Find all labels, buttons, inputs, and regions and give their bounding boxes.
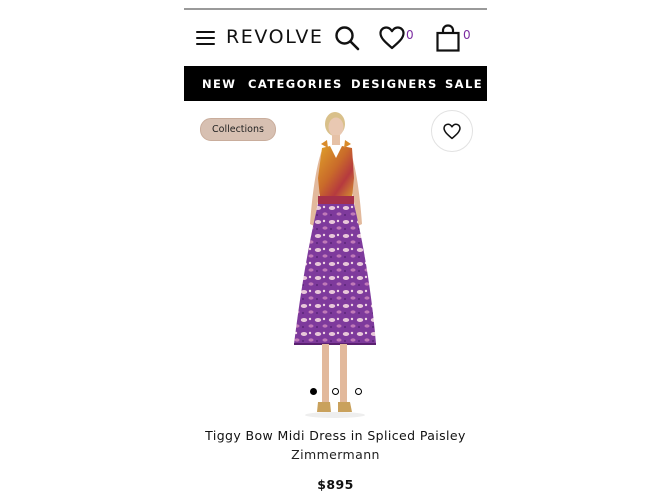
nav-item-sale[interactable]: SALE [445, 77, 483, 91]
wishlist-count: 0 [406, 28, 414, 42]
product-photo[interactable] [272, 106, 402, 421]
nav-item-designers[interactable]: DESIGNERS [351, 77, 438, 91]
carousel-dot-3[interactable] [355, 388, 362, 395]
site-header: REVOLVE 0 0 [184, 10, 487, 66]
heart-outline-icon [443, 123, 461, 140]
revolve-logo[interactable]: REVOLVE [226, 25, 324, 49]
heart-icon[interactable] [379, 26, 405, 50]
hamburger-menu-icon[interactable] [196, 30, 216, 46]
carousel-dot-2[interactable] [332, 388, 339, 395]
add-to-wishlist-button[interactable] [431, 110, 473, 152]
nav-item-new[interactable]: NEW [202, 77, 236, 91]
collections-badge[interactable]: Collections [200, 118, 276, 141]
nav-item-categories[interactable]: CATEGORIES [248, 77, 343, 91]
product-designer[interactable]: Zimmermann [184, 447, 487, 462]
shopping-bag-icon[interactable] [436, 24, 460, 52]
bag-count: 0 [463, 28, 471, 42]
product-name[interactable]: Tiggy Bow Midi Dress in Spliced Paisley [184, 428, 487, 443]
category-nav: NEW CATEGORIES DESIGNERS SALE [184, 66, 487, 101]
carousel-dots [308, 388, 368, 398]
carousel-dot-1[interactable] [310, 388, 317, 395]
mobile-screen: REVOLVE 0 0 NEW CATEGORIES DESIGNERS SAL… [184, 8, 487, 500]
product-image-carousel[interactable]: Collections [184, 101, 487, 426]
search-icon[interactable] [334, 25, 360, 51]
product-price: $895 [317, 477, 354, 492]
